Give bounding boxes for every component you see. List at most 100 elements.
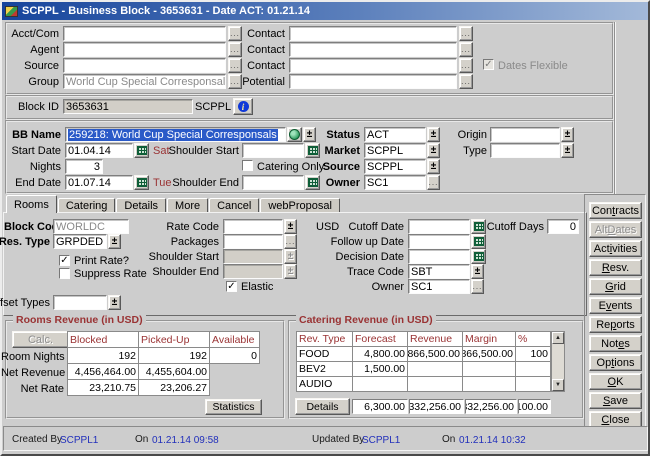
potential-field[interactable]: [289, 74, 457, 89]
reports-button[interactable]: Reports: [589, 316, 642, 333]
cutoff-days-label: Cutoff Days: [481, 221, 544, 233]
agent-field[interactable]: [63, 42, 226, 57]
dates-flexible-checkbox[interactable]: ✓: [483, 59, 494, 70]
tab-owner-field[interactable]: SC1: [408, 279, 470, 294]
contact2-lov-button[interactable]: ...: [459, 42, 473, 57]
tab-webproposal[interactable]: webProposal: [260, 198, 340, 213]
notes-button[interactable]: Notes: [589, 335, 642, 352]
cutoff-days-field[interactable]: 0: [547, 219, 579, 234]
market-field[interactable]: SCPPL: [364, 143, 426, 158]
origin-field[interactable]: [490, 127, 560, 142]
owner-field[interactable]: SC1: [364, 175, 426, 190]
cutoff-date-field[interactable]: [408, 219, 470, 234]
contact3-lov-button[interactable]: ...: [459, 58, 473, 73]
dates-flexible-label: Dates Flexible: [498, 60, 568, 72]
scroll-down-button[interactable]: ▼: [552, 379, 564, 391]
cat-row-food-pct[interactable]: 100: [515, 346, 551, 362]
cat-row-food-revenue[interactable]: 9,866,500.00: [407, 346, 463, 362]
bb-source-lov-button[interactable]: ±: [427, 159, 440, 174]
rate-code-field[interactable]: [223, 219, 283, 234]
type-lov-button[interactable]: ±: [561, 143, 574, 158]
dropdown-icon: ±: [431, 130, 437, 140]
bb-source-field[interactable]: SCPPL: [364, 159, 426, 174]
catering-scrollbar[interactable]: ▲ ▼: [551, 331, 565, 392]
packages-field[interactable]: [223, 234, 283, 249]
res-type-lov-button[interactable]: ±: [108, 234, 121, 249]
owner-lov-button[interactable]: ...: [427, 175, 440, 190]
rate-code-lov-button[interactable]: ±: [284, 219, 297, 234]
options-button[interactable]: Options: [589, 354, 642, 371]
trace-code-lov-button[interactable]: ±: [471, 264, 484, 279]
tab-rooms[interactable]: Rooms: [6, 195, 57, 213]
net-revenue-blocked: 4,456,464.00: [67, 363, 139, 380]
elastic-checkbox[interactable]: ✓: [226, 281, 237, 292]
cat-row-audio-pct[interactable]: [515, 376, 551, 392]
end-date-field[interactable]: 01.07.14: [65, 175, 133, 190]
details-button[interactable]: Details: [295, 398, 350, 415]
resv-button[interactable]: Resv.: [589, 259, 642, 276]
type-field[interactable]: [490, 143, 560, 158]
print-rate-checkbox[interactable]: ✓: [59, 255, 70, 266]
cat-row-bev2-pct[interactable]: [515, 361, 551, 377]
nights-field[interactable]: 3: [65, 159, 103, 174]
cat-row-audio-type[interactable]: AUDIO: [296, 376, 353, 392]
ok-button[interactable]: OK: [589, 373, 642, 390]
decision-date-field[interactable]: [408, 249, 470, 264]
dropdown-icon: ±: [288, 267, 294, 277]
events-button[interactable]: Events: [589, 297, 642, 314]
property-info-button[interactable]: i: [233, 98, 253, 115]
group-field[interactable]: World Cup Special Corresponsals: [63, 74, 226, 89]
statistics-button[interactable]: Statistics: [205, 399, 262, 415]
cat-row-bev2-revenue[interactable]: [407, 361, 463, 377]
cat-row-bev2-forecast[interactable]: 1,500.00: [352, 361, 408, 377]
offset-types-lov-button[interactable]: ±: [108, 295, 121, 310]
shoulder-end-field[interactable]: [242, 175, 304, 190]
save-button[interactable]: Save: [589, 392, 642, 409]
decision-date-calendar-button[interactable]: [471, 249, 486, 264]
res-type-field[interactable]: GRPDED: [53, 234, 107, 249]
acct-com-field[interactable]: [63, 26, 226, 41]
contracts-button[interactable]: Contracts: [589, 202, 642, 219]
start-date-field[interactable]: 01.04.14: [65, 143, 133, 158]
bb-name-globe-button[interactable]: [287, 127, 302, 142]
cat-row-bev2-type[interactable]: BEV2: [296, 361, 353, 377]
tab-catering[interactable]: Catering: [58, 198, 116, 213]
bb-name-field[interactable]: 259218: World Cup Special Corresponsals: [65, 127, 286, 142]
contact2-field[interactable]: [289, 42, 457, 57]
cat-row-food-margin[interactable]: 9,866,500.00: [462, 346, 516, 362]
suppress-rate-checkbox[interactable]: [59, 268, 70, 279]
trace-code-field[interactable]: SBT: [408, 264, 470, 279]
source-field[interactable]: [63, 58, 226, 73]
offset-types-field[interactable]: [53, 295, 107, 310]
packages-lov-button[interactable]: ...: [284, 234, 297, 249]
tab-details[interactable]: Details: [116, 198, 166, 213]
cat-row-bev2-margin[interactable]: [462, 361, 516, 377]
bb-source-label: Source: [307, 161, 360, 173]
contact1-lov-button[interactable]: ...: [459, 26, 473, 41]
scroll-up-button[interactable]: ▲: [552, 332, 564, 344]
shoulder-start-field[interactable]: [242, 143, 304, 158]
grid-button[interactable]: Grid: [589, 278, 642, 295]
tab-more[interactable]: More: [167, 198, 208, 213]
origin-lov-button[interactable]: ±: [561, 127, 574, 142]
start-date-calendar-button[interactable]: [134, 143, 149, 158]
contact3-field[interactable]: [289, 58, 457, 73]
follow-up-field[interactable]: [408, 234, 470, 249]
start-date-label: Start Date: [7, 145, 61, 157]
potential-lov-button[interactable]: ...: [459, 74, 473, 89]
cat-row-food-type[interactable]: FOOD: [296, 346, 353, 362]
cat-row-audio-revenue[interactable]: [407, 376, 463, 392]
block-code-field[interactable]: WORLDC: [53, 219, 129, 234]
tab-owner-lov-button[interactable]: ...: [471, 279, 484, 294]
follow-up-calendar-button[interactable]: [471, 234, 486, 249]
cat-row-audio-margin[interactable]: [462, 376, 516, 392]
contact1-field[interactable]: [289, 26, 457, 41]
catering-only-checkbox[interactable]: [242, 160, 253, 171]
status-field[interactable]: ACT: [364, 127, 426, 142]
activities-button[interactable]: Activities: [589, 240, 642, 257]
rooms-col-picked: Picked-Up: [138, 331, 210, 348]
cat-row-food-forecast[interactable]: 4,800.00: [352, 346, 408, 362]
end-date-calendar-button[interactable]: [134, 175, 149, 190]
cat-row-audio-forecast[interactable]: [352, 376, 408, 392]
tab-cancel[interactable]: Cancel: [209, 198, 259, 213]
